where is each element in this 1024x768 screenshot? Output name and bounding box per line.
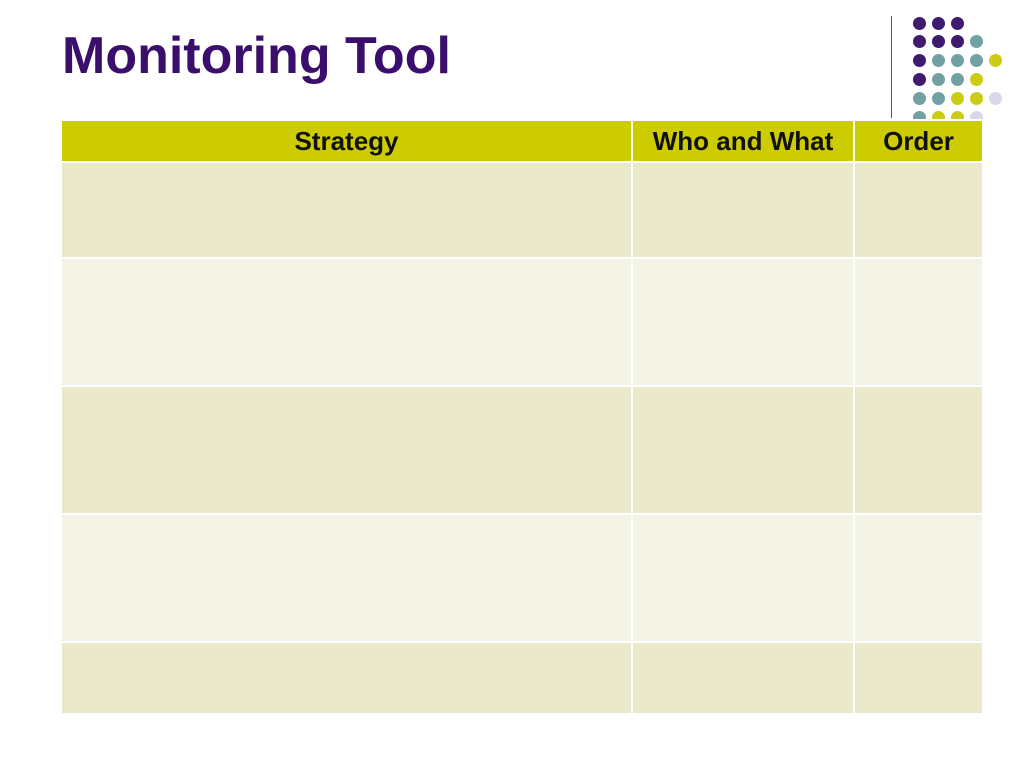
- column-header-who-and-what: Who and What: [631, 119, 855, 163]
- decorative-dot: [932, 54, 945, 67]
- decorative-dot: [970, 54, 983, 67]
- table-cell-order[interactable]: [853, 385, 984, 515]
- table-cell-strategy[interactable]: [60, 161, 633, 259]
- table-cell-who-and-what[interactable]: [631, 641, 855, 715]
- table-cell-who-and-what[interactable]: [631, 513, 855, 643]
- table-cell-strategy[interactable]: [60, 513, 633, 643]
- decorative-dot: [951, 73, 964, 86]
- decorative-dot: [970, 73, 983, 86]
- decorative-dot: [932, 35, 945, 48]
- column-header-order: Order: [853, 119, 984, 163]
- decorative-dot: [951, 17, 964, 30]
- decorative-dot: [913, 92, 926, 105]
- slide: Monitoring Tool Strategy Who and What Or…: [0, 0, 1024, 768]
- decorative-dot: [932, 73, 945, 86]
- table-cell-strategy[interactable]: [60, 385, 633, 515]
- decorative-dot: [970, 92, 983, 105]
- decorative-dot: [932, 17, 945, 30]
- decorative-dot: [913, 73, 926, 86]
- table-row: [60, 641, 984, 715]
- decorative-dot: [932, 92, 945, 105]
- table-cell-strategy[interactable]: [60, 257, 633, 387]
- table-header-row: Strategy Who and What Order: [60, 119, 984, 163]
- table-row: [60, 513, 984, 643]
- table-cell-who-and-what[interactable]: [631, 257, 855, 387]
- decorative-dot: [989, 92, 1002, 105]
- table-cell-order[interactable]: [853, 257, 984, 387]
- decorative-dot: [913, 54, 926, 67]
- decorative-dot: [951, 35, 964, 48]
- decorative-dot: [913, 35, 926, 48]
- table-cell-who-and-what[interactable]: [631, 161, 855, 259]
- decorative-dot: [951, 54, 964, 67]
- table-row: [60, 385, 984, 515]
- table-cell-order[interactable]: [853, 513, 984, 643]
- decorative-dot: [989, 54, 1002, 67]
- decorative-dot: [970, 35, 983, 48]
- decorative-dot: [951, 92, 964, 105]
- table-row: [60, 161, 984, 259]
- table-cell-who-and-what[interactable]: [631, 385, 855, 515]
- column-header-strategy: Strategy: [60, 119, 633, 163]
- table-cell-order[interactable]: [853, 641, 984, 715]
- decorative-dot-pattern: [0, 0, 1024, 120]
- table-cell-order[interactable]: [853, 161, 984, 259]
- table-row: [60, 257, 984, 387]
- monitoring-table: Strategy Who and What Order: [60, 119, 984, 715]
- table-cell-strategy[interactable]: [60, 641, 633, 715]
- decorative-dot: [913, 17, 926, 30]
